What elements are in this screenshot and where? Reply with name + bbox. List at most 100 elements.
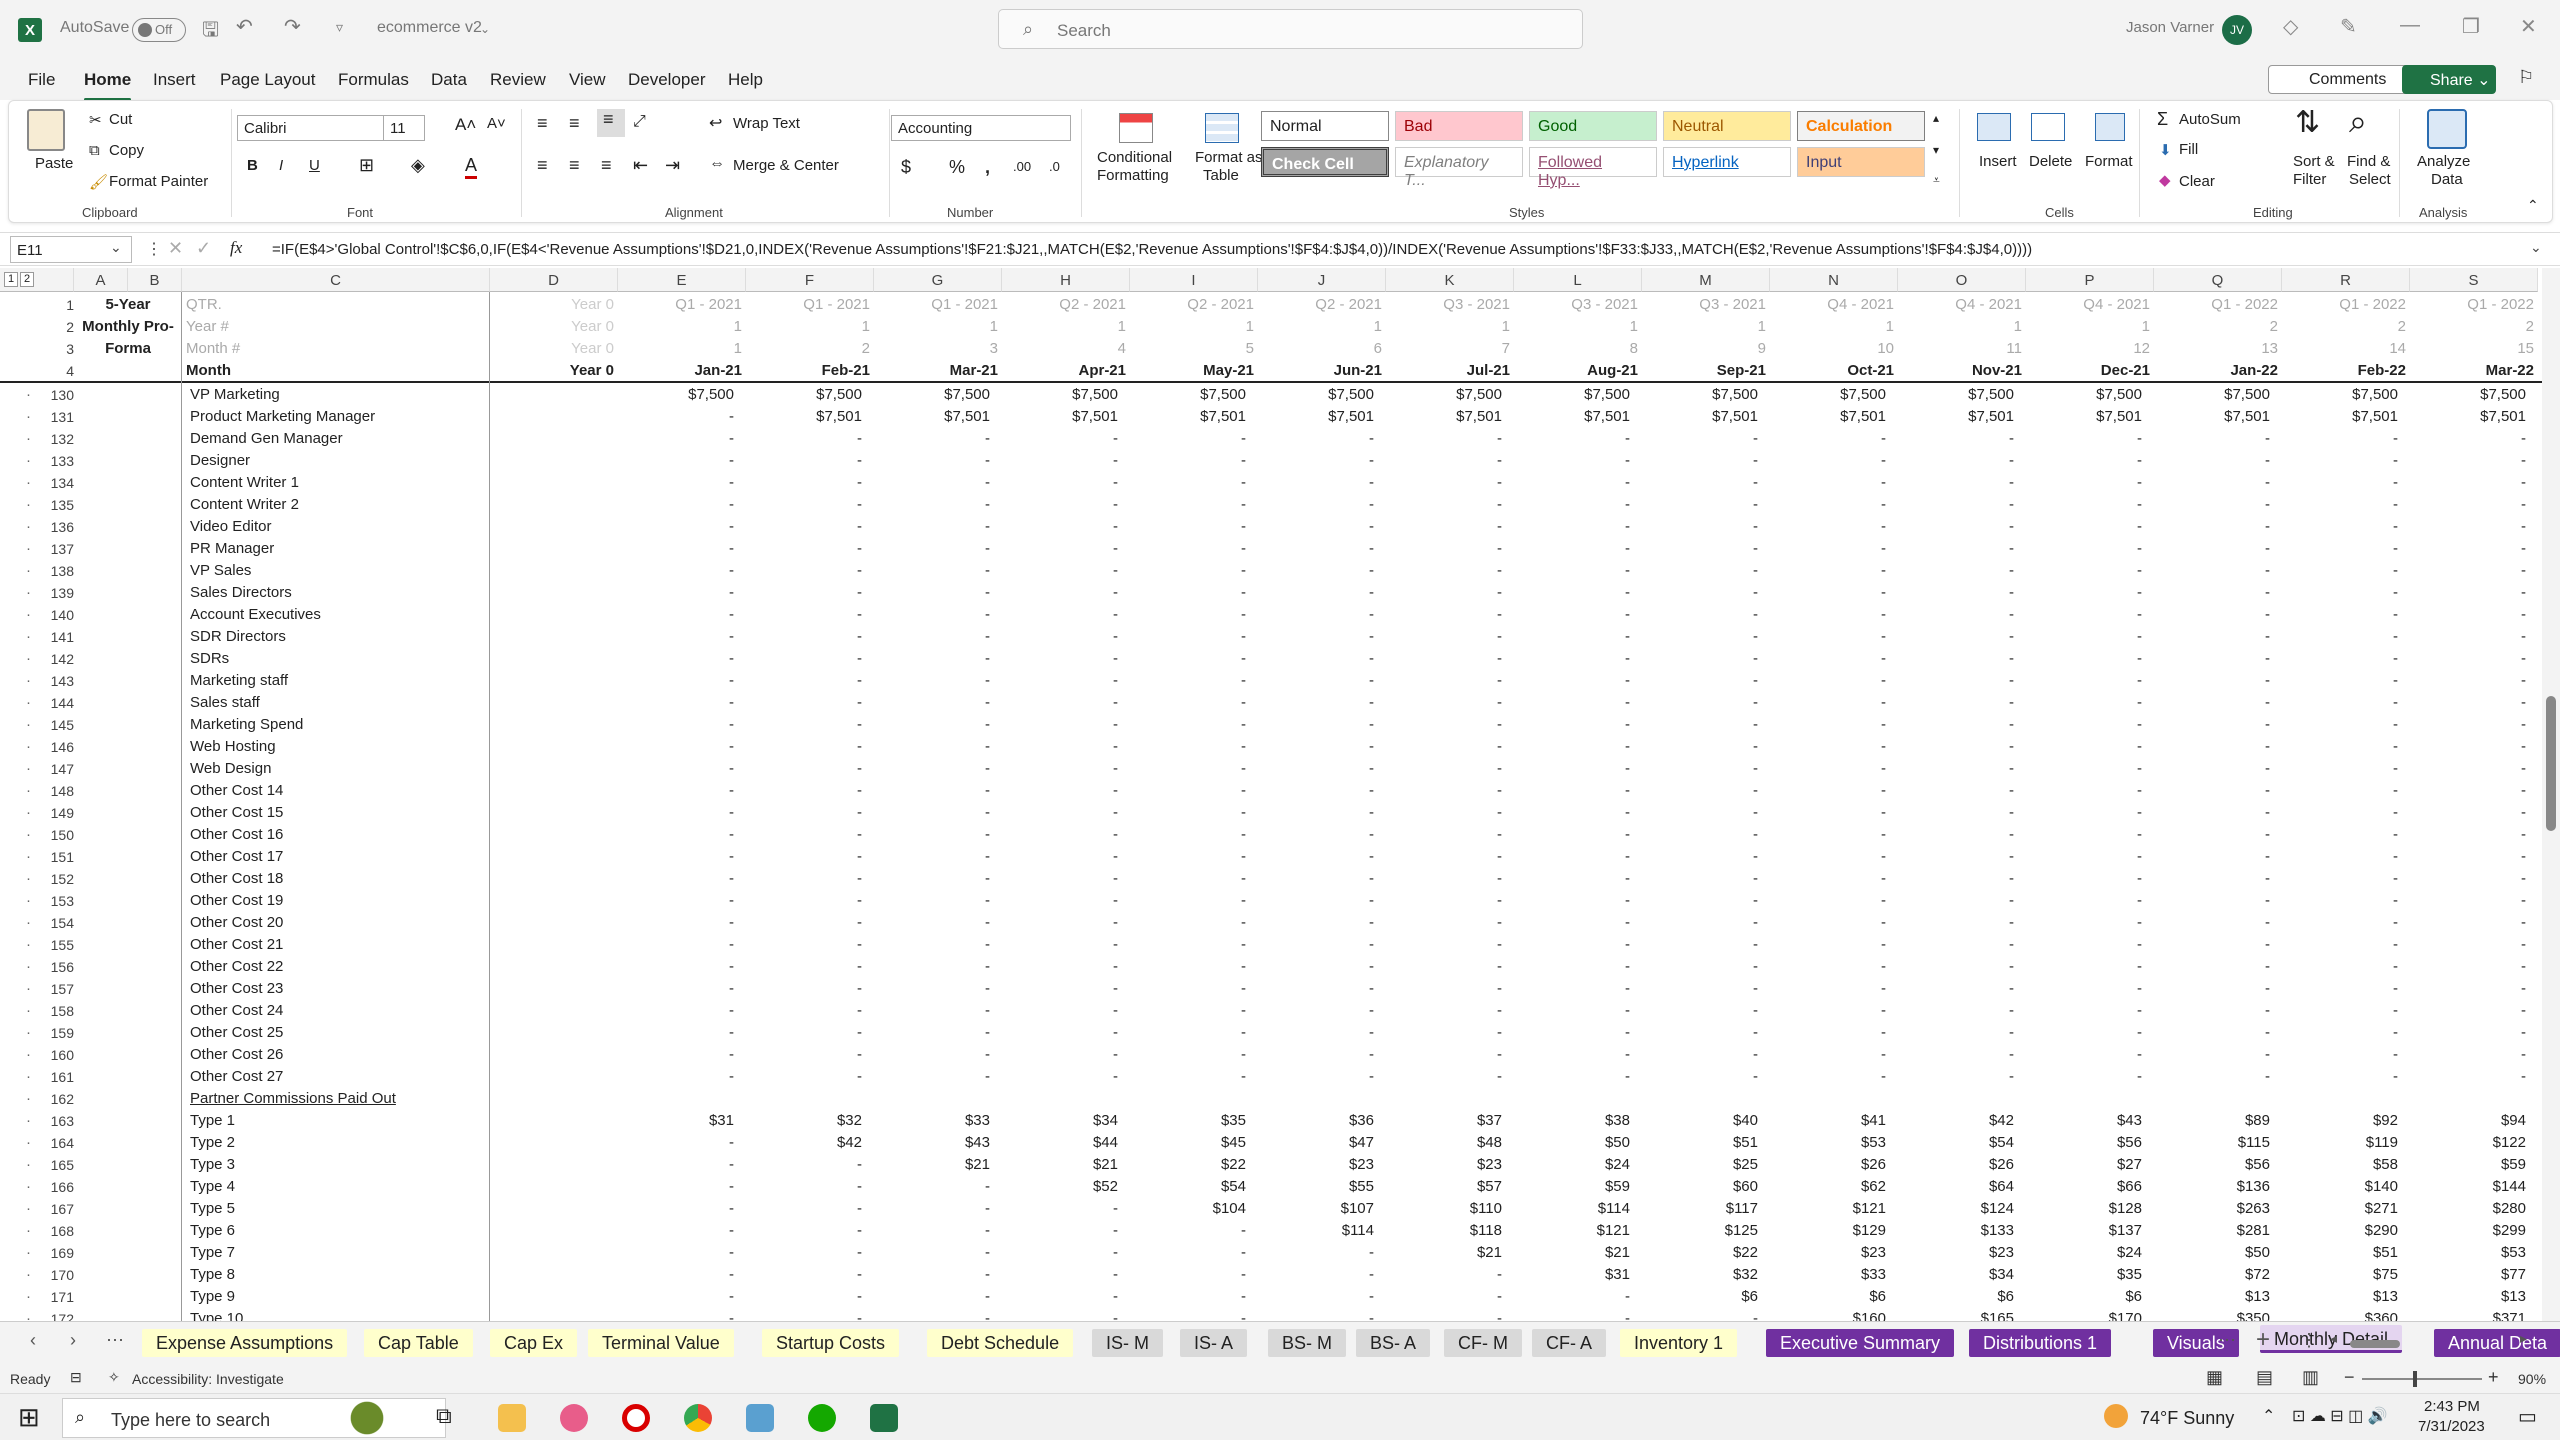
- row-number[interactable]: 165: [30, 1154, 74, 1176]
- table-cell[interactable]: -: [2282, 736, 2398, 758]
- table-cell[interactable]: $58: [2282, 1154, 2398, 1176]
- table-cell[interactable]: -: [1514, 494, 1630, 516]
- row-number[interactable]: 154: [30, 912, 74, 934]
- table-cell[interactable]: -: [1898, 846, 2014, 868]
- table-cell[interactable]: -: [746, 1066, 862, 1088]
- row-number[interactable]: 158: [30, 1000, 74, 1022]
- column-header-j[interactable]: J: [1258, 268, 1386, 292]
- table-cell[interactable]: -: [2282, 934, 2398, 956]
- row-number[interactable]: 148: [30, 780, 74, 802]
- table-cell[interactable]: -: [1898, 890, 2014, 912]
- table-cell[interactable]: -: [1258, 538, 1374, 560]
- table-cell[interactable]: -: [1130, 1220, 1246, 1242]
- table-cell[interactable]: -: [2410, 824, 2526, 846]
- table-cell[interactable]: -: [1130, 428, 1246, 450]
- table-cell[interactable]: -: [1770, 582, 1886, 604]
- table-cell[interactable]: -: [1258, 1066, 1374, 1088]
- table-cell[interactable]: -: [746, 1242, 862, 1264]
- table-cell[interactable]: -: [1642, 780, 1758, 802]
- table-cell[interactable]: -: [1258, 450, 1374, 472]
- table-cell[interactable]: -: [2282, 648, 2398, 670]
- table-cell[interactable]: -: [1642, 582, 1758, 604]
- row-number[interactable]: 159: [30, 1022, 74, 1044]
- table-cell[interactable]: -: [2410, 516, 2526, 538]
- table-cell[interactable]: -: [1386, 736, 1502, 758]
- table-cell[interactable]: $7,500: [2282, 384, 2398, 406]
- table-cell[interactable]: -: [874, 1220, 990, 1242]
- row-number[interactable]: 160: [30, 1044, 74, 1066]
- redo-icon[interactable]: ↷: [284, 14, 301, 39]
- sheet-tab-bs-m[interactable]: BS- M: [1268, 1329, 1347, 1357]
- table-cell[interactable]: $43: [2026, 1110, 2142, 1132]
- table-cell[interactable]: $7,501: [1258, 406, 1374, 428]
- expand-formula-icon[interactable]: ⌄: [2530, 239, 2542, 256]
- table-cell[interactable]: -: [2282, 846, 2398, 868]
- table-cell[interactable]: -: [874, 714, 990, 736]
- table-cell[interactable]: -: [618, 1022, 734, 1044]
- cell-style-check-cell[interactable]: Check Cell: [1261, 147, 1389, 177]
- menu-developer[interactable]: Developer: [628, 70, 706, 90]
- table-cell[interactable]: -: [1130, 560, 1246, 582]
- table-cell[interactable]: -: [1514, 1000, 1630, 1022]
- table-cell[interactable]: -: [1514, 1066, 1630, 1088]
- table-cell[interactable]: -: [1130, 472, 1246, 494]
- table-cell[interactable]: -: [746, 472, 862, 494]
- table-cell[interactable]: -: [2282, 868, 2398, 890]
- table-cell[interactable]: -: [2410, 1044, 2526, 1066]
- table-cell[interactable]: -: [1770, 560, 1886, 582]
- table-cell[interactable]: -: [1514, 604, 1630, 626]
- cell-style-bad[interactable]: Bad: [1395, 111, 1523, 141]
- table-cell[interactable]: -: [1258, 670, 1374, 692]
- sheet-tab-distributions-1[interactable]: Distributions 1: [1969, 1329, 2112, 1357]
- table-cell[interactable]: -: [746, 802, 862, 824]
- sort-filter-button[interactable]: Sort &: [2293, 153, 2335, 170]
- table-cell[interactable]: -: [1130, 912, 1246, 934]
- table-cell[interactable]: -: [1386, 626, 1502, 648]
- table-cell[interactable]: $23: [1898, 1242, 2014, 1264]
- normal-view-icon[interactable]: ▦: [2206, 1367, 2223, 1388]
- table-cell[interactable]: -: [2154, 692, 2270, 714]
- table-cell[interactable]: -: [1642, 1066, 1758, 1088]
- row-number[interactable]: 139: [30, 582, 74, 604]
- task-view-icon[interactable]: ⧉: [436, 1403, 452, 1429]
- table-cell[interactable]: -: [746, 1154, 862, 1176]
- table-cell[interactable]: -: [1770, 1000, 1886, 1022]
- table-cell[interactable]: -: [1002, 1022, 1118, 1044]
- table-cell[interactable]: $13: [2410, 1286, 2526, 1308]
- table-cell[interactable]: $121: [1514, 1220, 1630, 1242]
- table-cell[interactable]: $53: [2410, 1242, 2526, 1264]
- table-cell[interactable]: -: [1130, 494, 1246, 516]
- table-cell[interactable]: -: [874, 450, 990, 472]
- table-cell[interactable]: $7,500: [1770, 384, 1886, 406]
- table-cell[interactable]: -: [1002, 802, 1118, 824]
- table-cell[interactable]: -: [1514, 912, 1630, 934]
- upwork-icon[interactable]: [808, 1404, 836, 1432]
- cell-style-explanatory-t[interactable]: Explanatory T...: [1395, 147, 1523, 189]
- table-cell[interactable]: -: [1514, 516, 1630, 538]
- table-cell[interactable]: -: [2410, 450, 2526, 472]
- column-header-e[interactable]: E: [618, 268, 746, 292]
- table-cell[interactable]: -: [2410, 1022, 2526, 1044]
- table-cell[interactable]: -: [1770, 472, 1886, 494]
- table-cell[interactable]: -: [2154, 1066, 2270, 1088]
- eraser-icon[interactable]: ◆: [2159, 171, 2171, 189]
- table-cell[interactable]: -: [1514, 934, 1630, 956]
- table-cell[interactable]: -: [1386, 802, 1502, 824]
- table-cell[interactable]: -: [2282, 626, 2398, 648]
- gallery-more-icon[interactable]: ⩡: [1933, 173, 1940, 188]
- table-cell[interactable]: -: [746, 1308, 862, 1321]
- save-icon[interactable]: 🖫: [202, 15, 219, 49]
- table-cell[interactable]: -: [2282, 604, 2398, 626]
- table-cell[interactable]: -: [1514, 428, 1630, 450]
- table-cell[interactable]: -: [746, 1000, 862, 1022]
- table-cell[interactable]: -: [1002, 428, 1118, 450]
- table-cell[interactable]: $31: [1514, 1264, 1630, 1286]
- table-cell[interactable]: $22: [1130, 1154, 1246, 1176]
- table-cell[interactable]: $32: [1642, 1264, 1758, 1286]
- table-cell[interactable]: $7,500: [1130, 384, 1246, 406]
- table-cell[interactable]: -: [2282, 1066, 2398, 1088]
- table-cell[interactable]: -: [746, 1022, 862, 1044]
- table-cell[interactable]: -: [2026, 516, 2142, 538]
- table-cell[interactable]: -: [874, 1264, 990, 1286]
- table-cell[interactable]: -: [618, 450, 734, 472]
